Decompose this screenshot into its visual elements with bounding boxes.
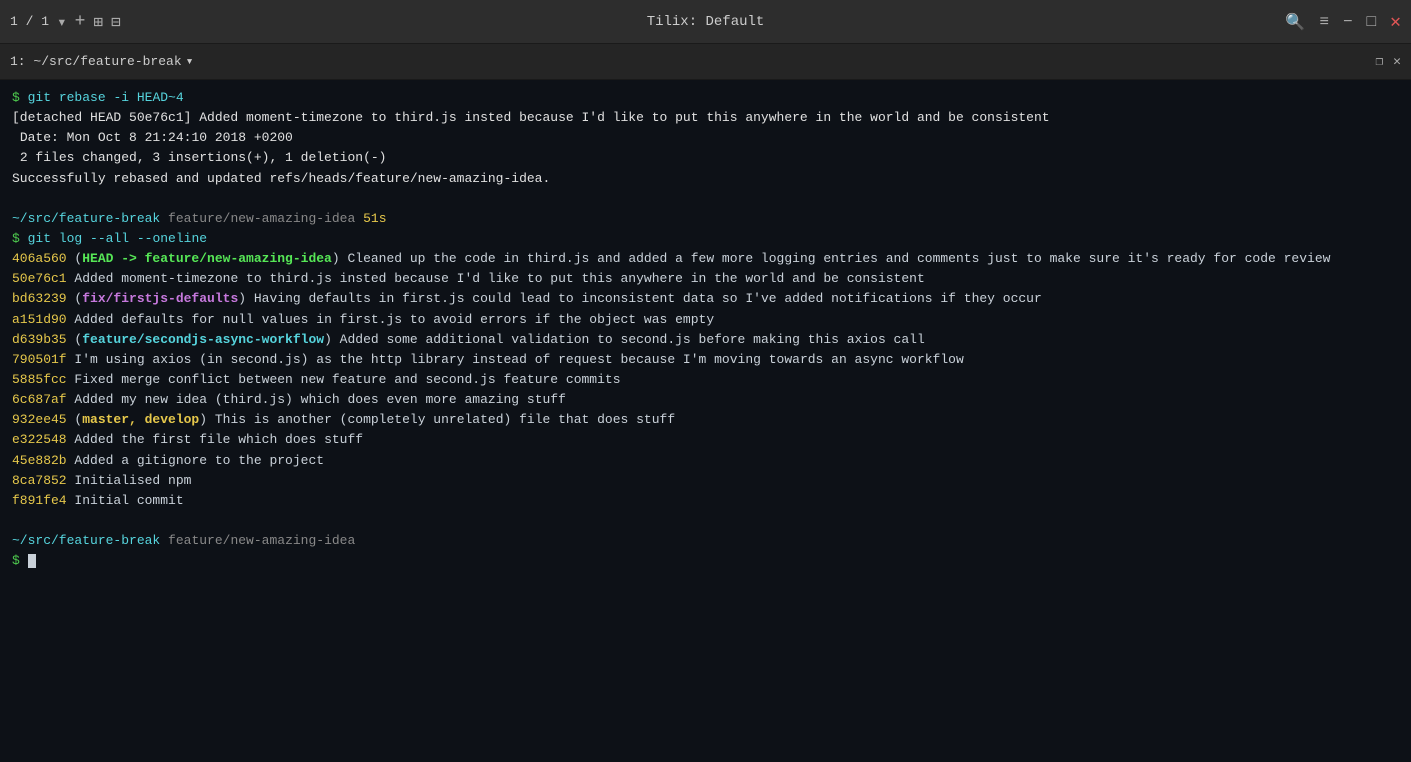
- msg-6c687af: Added my new idea (third.js) which does …: [74, 392, 565, 407]
- maximize-button[interactable]: □: [1367, 13, 1377, 31]
- final-dollar: $: [12, 553, 20, 568]
- hash-f891fe4: f891fe4: [12, 493, 67, 508]
- command-2: git log --all --oneline: [28, 231, 207, 246]
- prompt1-path: ~/src/feature-break: [12, 211, 160, 226]
- msg-932ee45: This is another (completely unrelated) f…: [215, 412, 675, 427]
- msg-406a560: Cleaned up the code in third.js and adde…: [347, 251, 1330, 266]
- prompt-dollar-1: $: [12, 90, 20, 105]
- hash-406a560: 406a560: [12, 251, 67, 266]
- hash-5885fcc: 5885fcc: [12, 372, 67, 387]
- hash-6c687af: 6c687af: [12, 392, 67, 407]
- prompt-dollar-2: $: [12, 231, 20, 246]
- tab-indicator: 1 / 1: [10, 14, 49, 29]
- prompt2-path: ~/src/feature-break: [12, 533, 160, 548]
- close-button[interactable]: ✕: [1390, 11, 1401, 33]
- hash-790501f: 790501f: [12, 352, 67, 367]
- new-window-icon[interactable]: ⊞: [93, 12, 103, 32]
- msg-d639b35: Added some additional validation to seco…: [340, 332, 925, 347]
- prompt2-branch: feature/new-amazing-idea: [168, 533, 355, 548]
- msg-e322548: Added the first file which does stuff: [74, 432, 363, 447]
- split-icon[interactable]: ⊟: [111, 12, 121, 32]
- msg-bd63239: Having defaults in first.js could lead t…: [254, 291, 1042, 306]
- hash-8ca7852: 8ca7852: [12, 473, 67, 488]
- branch-feature2: feature/secondjs-async-workflow: [82, 332, 324, 347]
- title-bar-right: 🔍 ≡ − □ ✕: [1285, 11, 1401, 33]
- msg-a151d90: Added defaults for null values in first.…: [74, 312, 714, 327]
- prompt1-branch: feature/new-amazing-idea: [168, 211, 355, 226]
- msg-790501f: I'm using axios (in second.js) as the ht…: [74, 352, 963, 367]
- msg-50e76c1: Added moment-timezone to third.js insted…: [74, 271, 924, 286]
- title-bar-left: 1 / 1 ▾ + ⊞ ⊟: [10, 12, 121, 32]
- hash-d639b35: d639b35: [12, 332, 67, 347]
- command-1: git rebase -i HEAD~4: [28, 90, 184, 105]
- restore-icon[interactable]: ❐: [1375, 54, 1383, 69]
- terminal-content: $ git rebase -i HEAD~4 [detached HEAD 50…: [12, 88, 1399, 571]
- hash-a151d90: a151d90: [12, 312, 67, 327]
- hash-45e882b: 45e882b: [12, 453, 67, 468]
- msg-f891fe4: Initial commit: [74, 493, 183, 508]
- session-bar: 1: ~/src/feature-break ▾ ❐ ✕: [0, 44, 1411, 80]
- cursor: [28, 554, 36, 568]
- output-line-1: [detached HEAD 50e76c1] Added moment-tim…: [12, 110, 1050, 125]
- msg-45e882b: Added a gitignore to the project: [74, 453, 324, 468]
- msg-8ca7852: Initialised npm: [74, 473, 191, 488]
- session-dropdown-icon[interactable]: ▾: [186, 54, 194, 69]
- session-name: 1: ~/src/feature-break: [10, 54, 182, 69]
- terminal-area[interactable]: $ git rebase -i HEAD~4 [detached HEAD 50…: [0, 80, 1411, 762]
- title-bar: 1 / 1 ▾ + ⊞ ⊟ Tilix: Default 🔍 ≡ − □ ✕: [0, 0, 1411, 44]
- output-line-3: 2 files changed, 3 insertions(+), 1 dele…: [12, 150, 386, 165]
- output-line-2: Date: Mon Oct 8 21:24:10 2018 +0200: [12, 130, 293, 145]
- session-label: 1: ~/src/feature-break ▾: [10, 54, 193, 69]
- hash-bd63239: bd63239: [12, 291, 67, 306]
- window-title: Tilix: Default: [647, 14, 765, 30]
- branch-fix: fix/firstjs-defaults: [82, 291, 238, 306]
- dropdown-icon[interactable]: ▾: [57, 12, 67, 32]
- branch-head: HEAD -> feature/new-amazing-idea: [82, 251, 332, 266]
- output-line-4: Successfully rebased and updated refs/he…: [12, 171, 550, 186]
- new-tab-button[interactable]: +: [75, 12, 86, 32]
- hash-50e76c1: 50e76c1: [12, 271, 67, 286]
- session-close-icon[interactable]: ✕: [1393, 54, 1401, 69]
- branch-master-develop: master, develop: [82, 412, 199, 427]
- hash-e322548: e322548: [12, 432, 67, 447]
- search-icon[interactable]: 🔍: [1285, 12, 1305, 32]
- menu-icon[interactable]: ≡: [1319, 13, 1329, 31]
- prompt1-time: 51s: [363, 211, 386, 226]
- session-right-controls: ❐ ✕: [1375, 54, 1401, 69]
- hash-932ee45: 932ee45: [12, 412, 67, 427]
- minimize-button[interactable]: −: [1343, 13, 1353, 31]
- msg-5885fcc: Fixed merge conflict between new feature…: [74, 372, 620, 387]
